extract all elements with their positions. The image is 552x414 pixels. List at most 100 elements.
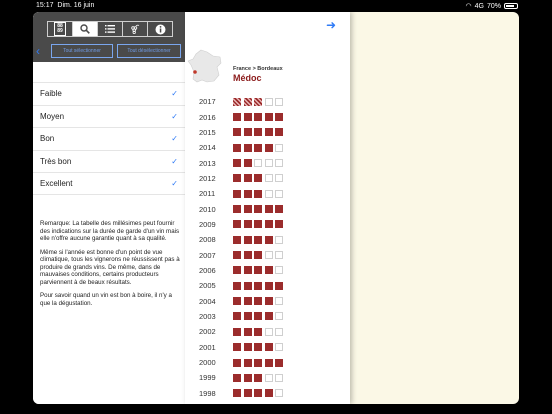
rating-square-filled [264,281,273,290]
rating-square-filled [233,312,241,321]
rating-square-filled [254,358,262,367]
vintage-row[interactable]: 2003 [199,309,286,324]
filter-excellent[interactable]: Excellent ✓ [33,172,185,195]
checkmark-icon: ✓ [171,111,178,121]
wifi-icon: ◠ [465,3,472,10]
vintage-row[interactable]: 2009 [199,217,286,232]
filter-tres-bon[interactable]: Très bon ✓ [33,149,185,173]
vintage-chart-button[interactable]: 88 89 [47,21,73,37]
rating-square-filled [243,143,252,152]
back-chevron-icon[interactable]: ‹ [36,44,40,58]
vintage-year: 2012 [199,173,216,183]
vintage-row[interactable]: 2014 [199,140,286,155]
rating-square-filled [264,266,273,275]
vintage-row[interactable]: 2004 [199,293,286,308]
vintage-row[interactable]: 2015 [199,125,286,140]
rating-square-filled [254,174,262,183]
vintage-row[interactable]: 2001 [199,340,286,355]
rating-square-filled [243,358,252,367]
vintage-row[interactable]: 2002 [199,324,286,339]
rating-square-filled [275,281,283,290]
arrow-right-icon[interactable]: ➜ [326,18,336,32]
rating-square-filled [264,128,273,137]
info-button[interactable] [148,21,173,37]
select-all-button[interactable]: Tout sélectionner [51,44,113,58]
rating-square-filled [233,373,241,382]
rating-square-filled [264,113,273,122]
rating-square-filled [243,97,252,106]
vintage-year: 2015 [199,127,216,137]
rating-square-filled [243,312,252,321]
rating-square-filled [254,297,262,306]
note-remarque: Remarque: La tabelle des millésimes peut… [40,220,180,242]
filter-moyen[interactable]: Moyen ✓ [33,104,185,128]
rating-square-filled [233,327,241,336]
rating-square-empty [275,327,283,336]
vintage-row[interactable]: 2008 [199,232,286,247]
grapes-icon [131,24,140,34]
rating-square-filled [264,358,273,367]
rating-square-filled [254,97,262,106]
rating-square-empty [275,266,283,275]
rating-square-filled [254,266,262,275]
status-time-date: 15:17 Dim. 16 juin [36,2,95,9]
checkmark-icon: ✓ [171,178,178,188]
list-button[interactable] [98,21,123,37]
rating-square-filled [254,281,262,290]
vintage-row[interactable]: 2010 [199,201,286,216]
vintage-row[interactable]: 2013 [199,155,286,170]
vintage-year: 2013 [199,158,216,168]
rating-square-empty [264,251,273,260]
rating-square-empty [275,97,283,106]
rating-square-filled [233,266,241,275]
rating-square-filled [254,128,262,137]
france-map-icon [187,49,222,83]
vintage-year: 2016 [199,112,216,122]
deselect-all-button[interactable]: Tout désélectionner [117,44,181,58]
vintage-row[interactable]: 2012 [199,171,286,186]
vintage-row[interactable]: 2016 [199,109,286,124]
info-icon [155,24,165,34]
rating-square-empty [264,97,273,106]
vintage-year: 2009 [199,219,216,229]
rating-square-empty [254,159,262,168]
vintage-row[interactable]: 2007 [199,247,286,262]
vintage-row[interactable]: 2017 [199,94,286,109]
rating-square-empty [275,251,283,260]
vintage-panel: ➜ France > Bordeaux Médoc 2017 2016 2015 20… [185,12,350,404]
vintage-row[interactable]: 2011 [199,186,286,201]
vintage-year: 2011 [199,189,216,199]
filter-faible[interactable]: Faible ✓ [33,82,185,105]
rating-square-filled [254,373,262,382]
vintage-year: 2014 [199,143,216,153]
vintage-year: 2008 [199,235,216,245]
rating-square-filled [233,97,241,106]
vintage-row[interactable]: 2006 [199,263,286,278]
vintage-row[interactable]: 1998 [199,386,286,401]
rating-square-filled [243,389,252,398]
toolbar: 88 89 [47,21,173,37]
rating-square-filled [233,143,241,152]
vintage-year: 1998 [199,388,216,398]
region-title: Médoc [233,73,262,83]
vintage-row[interactable]: 2005 [199,278,286,293]
vintage-table: 2017 2016 2015 2014 2013 2012 2011 2010 2009 2008… [199,94,286,401]
search-button[interactable] [73,21,98,37]
vintage-row[interactable]: 1999 [199,370,286,385]
rating-square-filled [233,159,241,168]
vintage-row[interactable]: 2000 [199,355,286,370]
rating-square-empty [264,174,273,183]
rating-square-filled [233,297,241,306]
rating-square-empty [275,389,283,398]
rating-square-filled [254,189,262,198]
rating-square-filled [233,220,241,229]
grapes-button[interactable] [123,21,148,37]
rating-square-empty [264,327,273,336]
rating-square-filled [243,220,252,229]
rating-square-filled [243,297,252,306]
rating-square-filled [233,128,241,137]
rating-square-filled [264,220,273,229]
filter-bon[interactable]: Bon ✓ [33,127,185,150]
rating-square-empty [275,297,283,306]
rating-square-filled [254,220,262,229]
